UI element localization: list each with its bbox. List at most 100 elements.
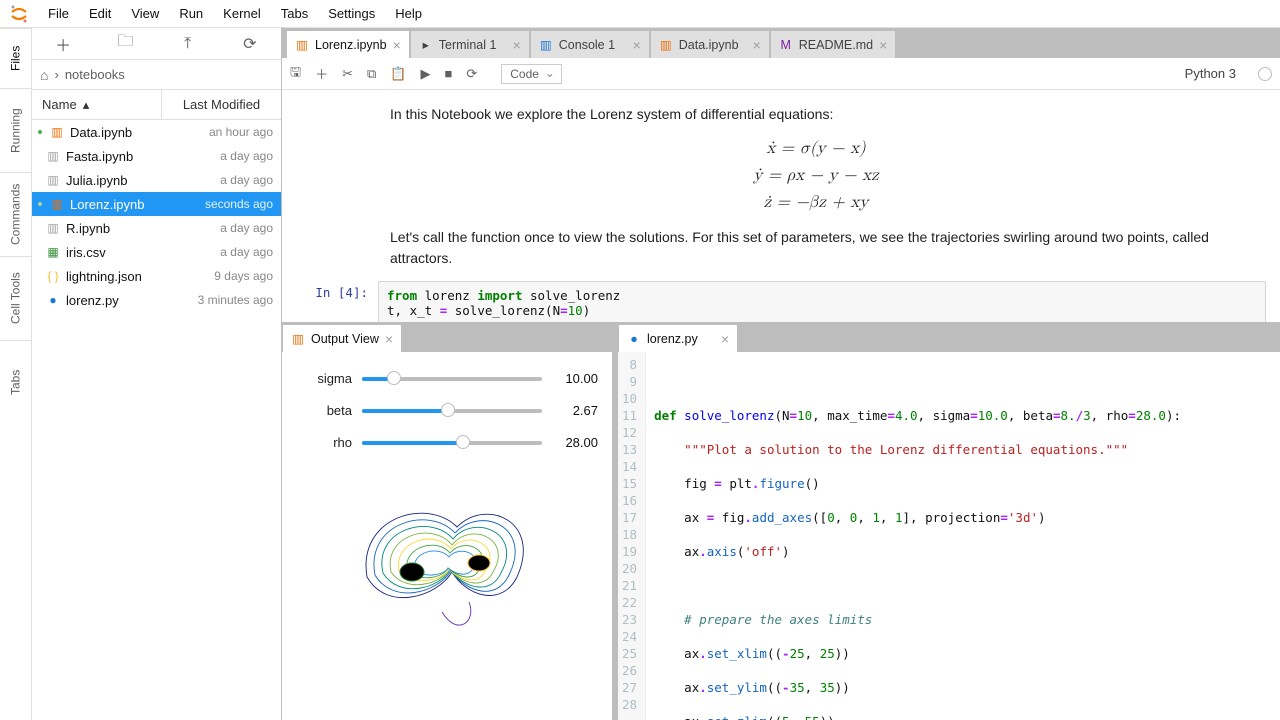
close-icon[interactable]: ×	[385, 331, 393, 347]
cut-icon[interactable]: ✂	[342, 66, 353, 82]
menu-kernel[interactable]: Kernel	[213, 2, 271, 25]
file-name: R.ipynb	[66, 221, 220, 236]
left-icon-bar: FilesRunningCommandsCell ToolsTabs	[0, 28, 32, 720]
input-prompt: In [4]:	[296, 281, 378, 322]
close-icon[interactable]: ×	[721, 331, 729, 347]
code-content[interactable]: def solve_lorenz(N=10, max_time=4.0, sig…	[646, 352, 1211, 720]
code-cell[interactable]: In [4]: from lorenz import solve_lorenz …	[296, 281, 1266, 322]
upload-icon[interactable]: ⤒	[170, 35, 206, 53]
code-input[interactable]: from lorenz import solve_lorenz t, x_t =…	[378, 281, 1266, 322]
sidebar-tab-running[interactable]: Running	[0, 88, 31, 172]
file-browser-panel: ＋ 🗀 ⤒ ⟳ ⌂ › notebooks Name▴ Last Modifie…	[32, 28, 282, 720]
tab-data-ipynb[interactable]: ▥Data.ipynb×	[650, 30, 770, 58]
run-icon[interactable]: ▶	[420, 66, 430, 82]
file-row[interactable]: ▥ Julia.ipynba day ago	[32, 168, 281, 192]
python-file-icon: ●	[627, 332, 641, 346]
file-type-icon: ▥	[48, 197, 66, 211]
markdown-cell[interactable]: In this Notebook we explore the Lorenz s…	[390, 104, 1242, 269]
file-list-header[interactable]: Name▴ Last Modified	[32, 90, 281, 120]
save-icon[interactable]: 🖫	[290, 63, 301, 85]
tab-terminal-1[interactable]: ▸Terminal 1×	[410, 30, 530, 58]
file-row[interactable]: ▥Data.ipynban hour ago	[32, 120, 281, 144]
breadcrumb-folder[interactable]: notebooks	[65, 67, 125, 82]
file-type-icon: ●	[44, 293, 62, 307]
line-gutter: 8910111213141516171819202122232425262728	[618, 352, 646, 720]
file-modified: an hour ago	[209, 125, 273, 139]
sidebar-tab-files[interactable]: Files	[0, 28, 31, 88]
sort-asc-icon: ▴	[83, 97, 90, 113]
file-type-icon: ▥	[44, 173, 62, 187]
breadcrumb[interactable]: ⌂ › notebooks	[32, 60, 281, 90]
close-icon[interactable]: ×	[513, 37, 521, 53]
close-icon[interactable]: ×	[393, 37, 401, 53]
tab-lorenz-py[interactable]: ● lorenz.py ×	[618, 324, 738, 352]
file-modified: a day ago	[220, 173, 273, 187]
slider-track[interactable]	[362, 400, 542, 420]
menu-view[interactable]: View	[121, 2, 169, 25]
tab-icon: ▥	[539, 37, 553, 52]
tab-icon: M	[779, 38, 793, 52]
text-editor[interactable]: 8910111213141516171819202122232425262728…	[618, 352, 1280, 720]
notebook-icon: ▥	[291, 331, 305, 346]
file-modified: a day ago	[220, 221, 273, 235]
tab-icon: ▸	[419, 37, 433, 52]
slider-thumb[interactable]	[441, 403, 455, 417]
tab-icon: ▥	[295, 37, 309, 52]
slider-track[interactable]	[362, 368, 542, 388]
slider-beta[interactable]: beta2.67	[282, 394, 612, 426]
file-modified: 9 days ago	[214, 269, 273, 283]
file-modified: 3 minutes ago	[198, 293, 273, 307]
sidebar-tab-cell-tools[interactable]: Cell Tools	[0, 256, 31, 340]
copy-icon[interactable]: ⧉	[367, 66, 376, 82]
file-row[interactable]: { }lightning.json9 days ago	[32, 264, 281, 288]
sidebar-tab-tabs[interactable]: Tabs	[0, 340, 31, 424]
close-icon[interactable]: ×	[753, 37, 761, 53]
cell-type-select[interactable]: Code	[501, 64, 562, 84]
file-row[interactable]: ●lorenz.py3 minutes ago	[32, 288, 281, 312]
refresh-icon[interactable]: ⟳	[232, 34, 268, 54]
notebook-toolbar: 🖫 ＋ ✂ ⧉ 📋 ▶ ■ ⟳ Code Python 3	[282, 58, 1280, 90]
menu-file[interactable]: File	[38, 2, 79, 25]
kernel-name[interactable]: Python 3	[1185, 66, 1236, 81]
slider-label: sigma	[296, 371, 362, 386]
file-row[interactable]: ▥Lorenz.ipynbseconds ago	[32, 192, 281, 216]
file-name: Julia.ipynb	[66, 173, 220, 188]
kernel-status-icon	[1258, 67, 1272, 81]
menu-tabs[interactable]: Tabs	[271, 2, 318, 25]
work-area: ▥Lorenz.ipynb×▸Terminal 1×▥Console 1×▥Da…	[282, 28, 1280, 720]
close-icon[interactable]: ×	[633, 37, 641, 53]
insert-cell-icon[interactable]: ＋	[315, 64, 328, 83]
menu-settings[interactable]: Settings	[318, 2, 385, 25]
slider-track[interactable]	[362, 432, 542, 452]
new-folder-icon[interactable]: 🗀	[107, 30, 143, 57]
menu-edit[interactable]: Edit	[79, 2, 121, 25]
close-icon[interactable]: ×	[879, 37, 887, 53]
file-row[interactable]: ▦iris.csva day ago	[32, 240, 281, 264]
tab-output-view[interactable]: ▥ Output View ×	[282, 324, 402, 352]
slider-sigma[interactable]: sigma 10.00	[282, 362, 612, 394]
tab-readme-md[interactable]: MREADME.md×	[770, 30, 897, 58]
slider-value: 10.00	[542, 371, 598, 386]
sidebar-tab-commands[interactable]: Commands	[0, 172, 31, 256]
slider-thumb[interactable]	[387, 371, 401, 385]
output-view-pane: ▥ Output View × sigma 10.00 beta2.67rho28.…	[282, 322, 612, 720]
new-launcher-icon[interactable]: ＋	[45, 32, 81, 56]
file-name: Fasta.ipynb	[66, 149, 220, 164]
slider-rho[interactable]: rho28.00	[282, 426, 612, 458]
restart-icon[interactable]: ⟳	[466, 66, 477, 82]
editor-pane: ● lorenz.py × 89101112131415161718192021…	[618, 322, 1280, 720]
stop-icon[interactable]: ■	[444, 66, 452, 81]
slider-thumb[interactable]	[456, 435, 470, 449]
menu-help[interactable]: Help	[385, 2, 432, 25]
tab-console-1[interactable]: ▥Console 1×	[530, 30, 650, 58]
paste-icon[interactable]: 📋	[390, 66, 406, 82]
file-name: Data.ipynb	[70, 125, 209, 140]
menu-bar: FileEditViewRunKernelTabsSettingsHelp	[0, 0, 1280, 28]
menu-run[interactable]: Run	[169, 2, 213, 25]
file-modified: a day ago	[220, 245, 273, 259]
tab-lorenz-ipynb[interactable]: ▥Lorenz.ipynb×	[286, 30, 410, 58]
file-row[interactable]: ▥R.ipynba day ago	[32, 216, 281, 240]
home-icon[interactable]: ⌂	[40, 67, 48, 83]
file-row[interactable]: ▥Fasta.ipynba day ago	[32, 144, 281, 168]
notebook-body[interactable]: In this Notebook we explore the Lorenz s…	[282, 90, 1280, 322]
